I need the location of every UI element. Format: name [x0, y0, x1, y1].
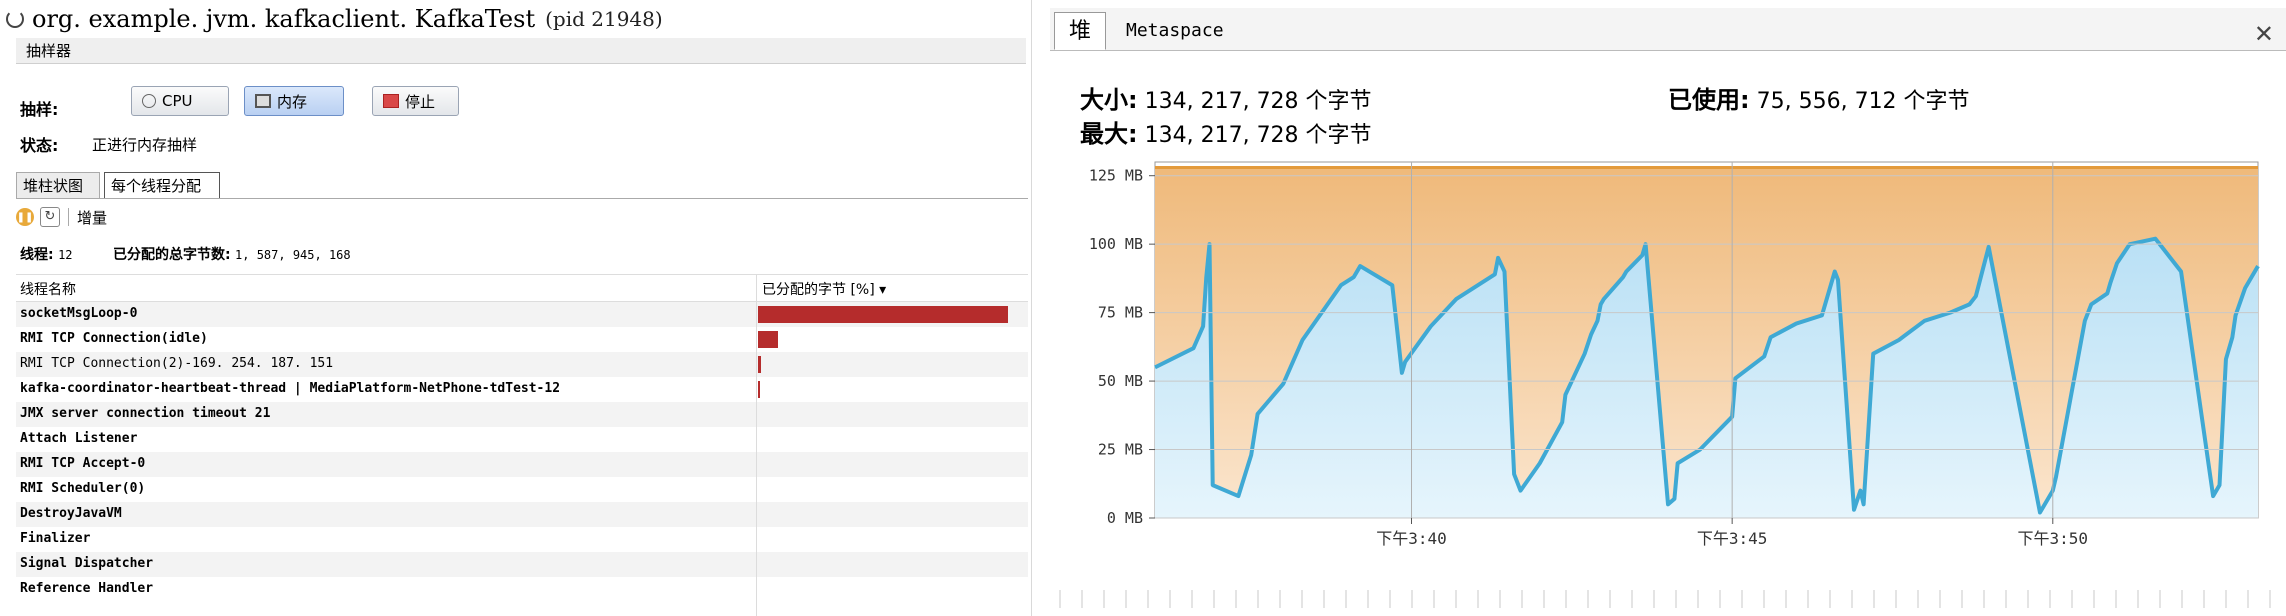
thread-name: Signal Dispatcher	[20, 556, 154, 571]
thread-name: kafka-coordinator-heartbeat-thread | Med…	[20, 381, 561, 396]
thread-name: Reference Handler	[20, 581, 154, 596]
table-row[interactable]: Reference Handler	[16, 577, 1028, 602]
app-title: org. example. jvm. kafkaclient. KafkaTes…	[32, 5, 536, 33]
col-allocated-bytes[interactable]: 已分配的字节 [%] ▾	[762, 279, 886, 299]
status-text: 正进行内存抽样	[92, 136, 198, 154]
table-row[interactable]: Attach Listener	[16, 427, 1028, 452]
toolbar-divider	[68, 208, 69, 226]
allocation-bar	[758, 381, 760, 398]
threads-label: 线程:	[20, 247, 54, 263]
table-row[interactable]: socketMsgLoop-0	[16, 302, 1028, 327]
monitor-tabs: 堆 Metaspace ✕	[1050, 8, 2286, 51]
pid-label: (pid 21948)	[545, 7, 663, 31]
thread-name: DestroyJavaVM	[20, 506, 122, 521]
table-row[interactable]: RMI Scheduler(0)	[16, 477, 1028, 502]
max-value: 134, 217, 728 个字节	[1144, 123, 1372, 148]
tab-metaspace[interactable]: Metaspace	[1112, 12, 1238, 50]
col-thread-name[interactable]: 线程名称	[20, 279, 76, 299]
toolbar: ❚❚ ↻ 增量	[16, 203, 107, 231]
memory-icon	[255, 94, 271, 108]
size-value: 134, 217, 728 个字节	[1144, 89, 1372, 114]
status-label: 状态:	[20, 136, 59, 155]
y-tick-label: 0 MB	[1107, 509, 1143, 527]
size-label: 大小:	[1080, 86, 1138, 114]
close-icon[interactable]: ✕	[2254, 20, 2274, 48]
memory-button[interactable]: 内存	[244, 86, 344, 116]
memory-monitor-panel: 堆 Metaspace ✕ 大小: 134, 217, 728 个字节 最大: …	[1050, 0, 2286, 616]
y-tick-label: 125 MB	[1089, 167, 1143, 185]
thread-name: RMI TCP Connection(idle)	[20, 331, 208, 346]
pause-icon[interactable]: ❚❚	[16, 208, 34, 226]
sampler-panel: org. example. jvm. kafkaclient. KafkaTes…	[0, 0, 1032, 616]
tab-per-thread[interactable]: 每个线程分配	[104, 172, 220, 198]
thread-name: Attach Listener	[20, 431, 138, 446]
allocation-bar	[758, 331, 778, 348]
stop-icon	[383, 94, 399, 108]
used-stat: 已使用: 75, 556, 712 个字节	[1668, 80, 1970, 115]
table-row[interactable]: JMX server connection timeout 21	[16, 402, 1028, 427]
thread-table: 线程名称 已分配的字节 [%] ▾ socketMsgLoop-0 RMI TCP…	[16, 274, 1028, 602]
table-row[interactable]: RMI TCP Connection(2)-169. 254. 187. 151	[16, 352, 1028, 377]
tab-heap[interactable]: 堆	[1054, 12, 1107, 50]
allocation-bar	[758, 356, 761, 373]
x-tick-label: 下午3:50	[2018, 529, 2089, 548]
stop-button[interactable]: 停止	[372, 86, 459, 116]
tab-sampler[interactable]: 抽样器	[16, 38, 1026, 64]
size-stat: 大小: 134, 217, 728 个字节	[1080, 80, 1372, 115]
y-tick-label: 75 MB	[1098, 304, 1143, 322]
timeline-ruler	[1059, 590, 2271, 608]
heap-chart: 0 MB 25 MB 50 MB 75 MB 100 MB 125 MB 下午3:40 下午3…	[1089, 161, 2260, 548]
y-tick-label: 50 MB	[1098, 372, 1143, 390]
thread-name: socketMsgLoop-0	[20, 306, 138, 321]
table-header: 线程名称 已分配的字节 [%] ▾	[16, 274, 1028, 302]
table-row[interactable]: Signal Dispatcher	[16, 552, 1028, 577]
allocation-bar	[758, 306, 1008, 323]
x-tick-label: 下午3:45	[1697, 529, 1768, 548]
table-row[interactable]: Finalizer	[16, 527, 1028, 552]
x-tick-label: 下午3:40	[1376, 529, 1447, 548]
table-row[interactable]: RMI TCP Accept-0	[16, 452, 1028, 477]
max-stat: 最大: 134, 217, 728 个字节	[1080, 114, 1372, 149]
thread-name: RMI TCP Accept-0	[20, 456, 146, 471]
thread-name: JMX server connection timeout 21	[20, 406, 271, 421]
cpu-button[interactable]: CPU	[131, 86, 229, 116]
sample-label: 抽样:	[20, 100, 59, 119]
memory-button-label: 内存	[277, 92, 308, 111]
loading-icon	[6, 10, 24, 28]
thread-name: Finalizer	[20, 531, 91, 546]
summary-line: 线程: 12 已分配的总字节数: 1, 587, 945, 168	[20, 244, 351, 264]
threads-count: 12	[58, 248, 73, 262]
thread-name: RMI TCP Connection(2)-169. 254. 187. 151	[20, 356, 334, 371]
table-body: socketMsgLoop-0 RMI TCP Connection(idle) R…	[16, 302, 1028, 602]
table-row[interactable]: kafka-coordinator-heartbeat-thread | Med…	[16, 377, 1028, 402]
tab-heap-histogram[interactable]: 堆柱状图	[16, 172, 100, 198]
cpu-button-label: CPU	[162, 92, 193, 110]
view-tabs: 堆柱状图 每个线程分配	[16, 170, 1028, 199]
max-label: 最大:	[1080, 120, 1138, 148]
delta-toggle[interactable]: 增量	[77, 207, 107, 228]
used-label: 已使用:	[1668, 86, 1750, 114]
y-tick-label: 25 MB	[1098, 441, 1143, 459]
stop-button-label: 停止	[405, 92, 436, 111]
table-row[interactable]: DestroyJavaVM	[16, 502, 1028, 527]
clock-icon	[142, 94, 156, 108]
used-value: 75, 556, 712 个字节	[1756, 89, 1970, 114]
thread-name: RMI Scheduler(0)	[20, 481, 146, 496]
window-title: org. example. jvm. kafkaclient. KafkaTes…	[6, 2, 663, 36]
total-bytes-label: 已分配的总字节数:	[112, 247, 231, 263]
total-bytes-value: 1, 587, 945, 168	[235, 248, 351, 262]
table-row[interactable]: RMI TCP Connection(idle)	[16, 327, 1028, 352]
column-divider	[756, 274, 757, 616]
y-tick-label: 100 MB	[1089, 235, 1143, 253]
refresh-icon[interactable]: ↻	[40, 207, 60, 227]
